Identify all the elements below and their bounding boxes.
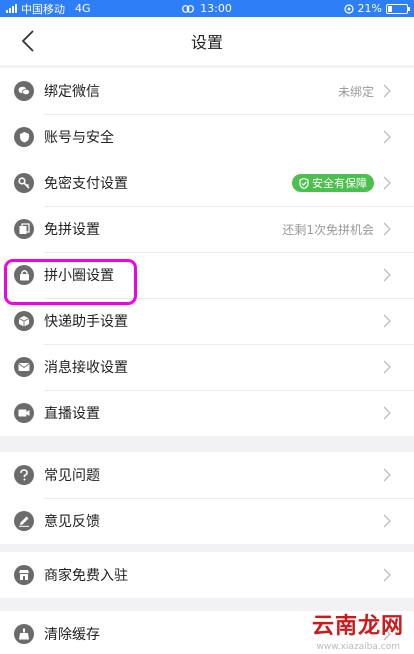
watermark-url: www.xiazaiba.com xyxy=(316,642,400,652)
chevron-right-icon xyxy=(383,514,391,528)
settings-row[interactable]: 直播设置 xyxy=(0,390,414,436)
carrier: 中国移动 xyxy=(21,2,65,16)
settings-group: 常见问题 意见反馈 xyxy=(0,452,414,544)
wechat-icon xyxy=(14,81,34,101)
chevron-right-icon xyxy=(383,222,391,236)
settings-row-label: 消息接收设置 xyxy=(44,360,128,376)
settings-row[interactable]: 账号与安全 xyxy=(0,114,414,160)
badge-text: 安全有保障 xyxy=(312,177,367,190)
chevron-right-icon xyxy=(383,314,391,328)
chevron-right-icon xyxy=(383,406,391,420)
settings-row[interactable]: 免密支付设置 安全有保障 xyxy=(0,160,414,206)
store-icon xyxy=(14,565,34,585)
edit-icon xyxy=(14,511,34,531)
back-button[interactable] xyxy=(16,27,40,55)
video-icon xyxy=(14,403,34,423)
battery-percent: 21% xyxy=(357,2,382,15)
settings-row-label: 绑定微信 xyxy=(44,84,100,100)
chevron-right-icon xyxy=(383,84,391,98)
mail-icon xyxy=(14,357,34,377)
broom-icon xyxy=(14,624,34,644)
watermark: 云南龙网 xyxy=(311,614,404,639)
link-icon xyxy=(182,4,195,13)
chevron-left-icon xyxy=(21,30,34,52)
settings-row-label: 账号与安全 xyxy=(44,130,114,146)
settings-row[interactable]: 消息接收设置 xyxy=(0,344,414,390)
settings-row-label: 意见反馈 xyxy=(44,514,100,530)
settings-row-value: 还剩1次免拼机会 xyxy=(282,222,374,237)
page-title: 设置 xyxy=(190,33,223,52)
security-badge: 安全有保障 xyxy=(292,174,374,192)
question-icon xyxy=(14,465,34,485)
settings-group: 商家免费入驻 xyxy=(0,552,414,598)
settings-row[interactable]: 意见反馈 xyxy=(0,498,414,544)
network-type: 4G xyxy=(75,2,91,15)
settings-group: 绑定微信 未绑定账号与安全 xyxy=(0,68,414,160)
lock-rotation-icon xyxy=(343,3,354,14)
settings-group: 免密支付设置 安全有保障免拼设置 还剩1次免拼机会拼小圈设置快递助手设置 消息接收设置… xyxy=(0,160,414,436)
settings-row-label: 免拼设置 xyxy=(44,222,100,238)
status-bar: 中国移动 4G 13:00 21% xyxy=(0,0,414,17)
shield-check-icon xyxy=(299,177,309,189)
chevron-right-icon xyxy=(383,360,391,374)
settings-row[interactable]: 拼小圈设置 xyxy=(0,252,414,298)
package-icon xyxy=(14,311,34,331)
settings-row[interactable]: 免拼设置 还剩1次免拼机会 xyxy=(0,206,414,252)
settings-row[interactable]: 绑定微信 未绑定 xyxy=(0,68,414,114)
chevron-right-icon xyxy=(383,130,391,144)
settings-row-label: 商家免费入驻 xyxy=(44,568,128,584)
key-icon xyxy=(14,173,34,193)
settings-row-value: 未绑定 xyxy=(337,84,374,99)
settings-row-label: 直播设置 xyxy=(44,406,100,422)
battery-icon xyxy=(386,3,410,14)
chevron-right-icon xyxy=(383,568,391,582)
lock-icon xyxy=(14,265,34,285)
chevron-right-icon xyxy=(383,176,391,190)
copy-icon xyxy=(14,219,34,239)
shield-icon xyxy=(14,127,34,147)
clock: 13:00 xyxy=(200,2,232,15)
settings-row[interactable]: 商家免费入驻 xyxy=(0,552,414,598)
chevron-right-icon xyxy=(383,468,391,482)
settings-row-label: 常见问题 xyxy=(44,468,100,484)
settings-row-label: 免密支付设置 xyxy=(44,176,128,192)
settings-row-label: 拼小圈设置 xyxy=(44,268,114,284)
settings-row-label: 快递助手设置 xyxy=(44,314,128,330)
chevron-right-icon xyxy=(383,268,391,282)
signal-icon xyxy=(6,4,17,13)
settings-row[interactable]: 快递助手设置 xyxy=(0,298,414,344)
nav-bar: 设置 xyxy=(0,17,414,65)
settings-row[interactable]: 常见问题 xyxy=(0,452,414,498)
